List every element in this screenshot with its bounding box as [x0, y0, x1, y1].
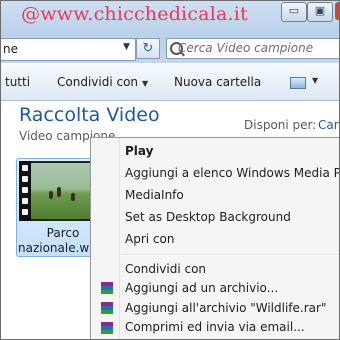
chevron-down-icon[interactable]: ▼ — [123, 42, 130, 52]
arrange-by-label: Disponi per: — [244, 118, 317, 132]
new-folder-button[interactable]: Nuova cartella — [174, 75, 261, 89]
winrar-icon — [101, 322, 113, 334]
address-bar[interactable]: ne ▼ — [1, 38, 136, 61]
search-placeholder: Cerca Video campione — [178, 41, 314, 55]
menu-item-add-to-archive[interactable]: Aggiungi ad un archivio... — [125, 281, 278, 295]
winrar-icon — [101, 282, 113, 294]
winrar-icon — [101, 302, 113, 314]
menu-item-add-to-wildlife-rar[interactable]: Aggiungi all'archivio "Wildlife.rar" — [125, 301, 326, 315]
menu-item-play[interactable]: Play — [125, 144, 153, 158]
chevron-down-icon[interactable]: ▼ — [312, 76, 318, 85]
share-with-label: Condividi con — [57, 75, 139, 89]
arrange-by-link[interactable]: Car — [318, 118, 339, 132]
minimize-button[interactable]: ▭ — [281, 2, 307, 22]
address-text: ne — [3, 42, 18, 56]
library-title: Raccolta Video — [19, 104, 160, 126]
menu-item-compress-and-email[interactable]: Comprimi ed invia via email... — [125, 320, 305, 334]
maximize-button[interactable]: ▣ — [307, 2, 333, 22]
context-menu: Play Aggiungi a elenco Windows Media Pla… — [90, 137, 339, 339]
change-view-icon[interactable] — [290, 77, 306, 89]
menu-item-share-with[interactable]: Condividi con — [125, 262, 206, 276]
refresh-button[interactable]: ↻ — [136, 38, 160, 59]
menu-item-set-desktop-background[interactable]: Set as Desktop Background — [125, 210, 291, 224]
menu-item-open-with[interactable]: Apri con — [125, 232, 174, 246]
chevron-down-icon: ▼ — [142, 79, 149, 88]
menu-separator — [121, 254, 339, 256]
refresh-icon: ↻ — [142, 41, 154, 56]
close-button[interactable] — [335, 2, 339, 20]
title-bar: @www.chicchedicala.it ▭ ▣ ne ▼ ↻ Cerca V… — [1, 1, 339, 63]
search-input[interactable]: Cerca Video campione — [166, 38, 339, 59]
play-all-button[interactable]: tutti — [5, 75, 30, 89]
explorer-window: @www.chicchedicala.it ▭ ▣ ne ▼ ↻ Cerca V… — [0, 0, 340, 340]
menu-item-add-to-wmp-list[interactable]: Aggiungi a elenco Windows Media Player — [125, 166, 339, 180]
watermark: @www.chicchedicala.it — [21, 3, 248, 25]
share-with-menu[interactable]: Condividi con ▼ — [57, 75, 148, 89]
menu-item-mediainfo[interactable]: MediaInfo — [125, 188, 184, 202]
